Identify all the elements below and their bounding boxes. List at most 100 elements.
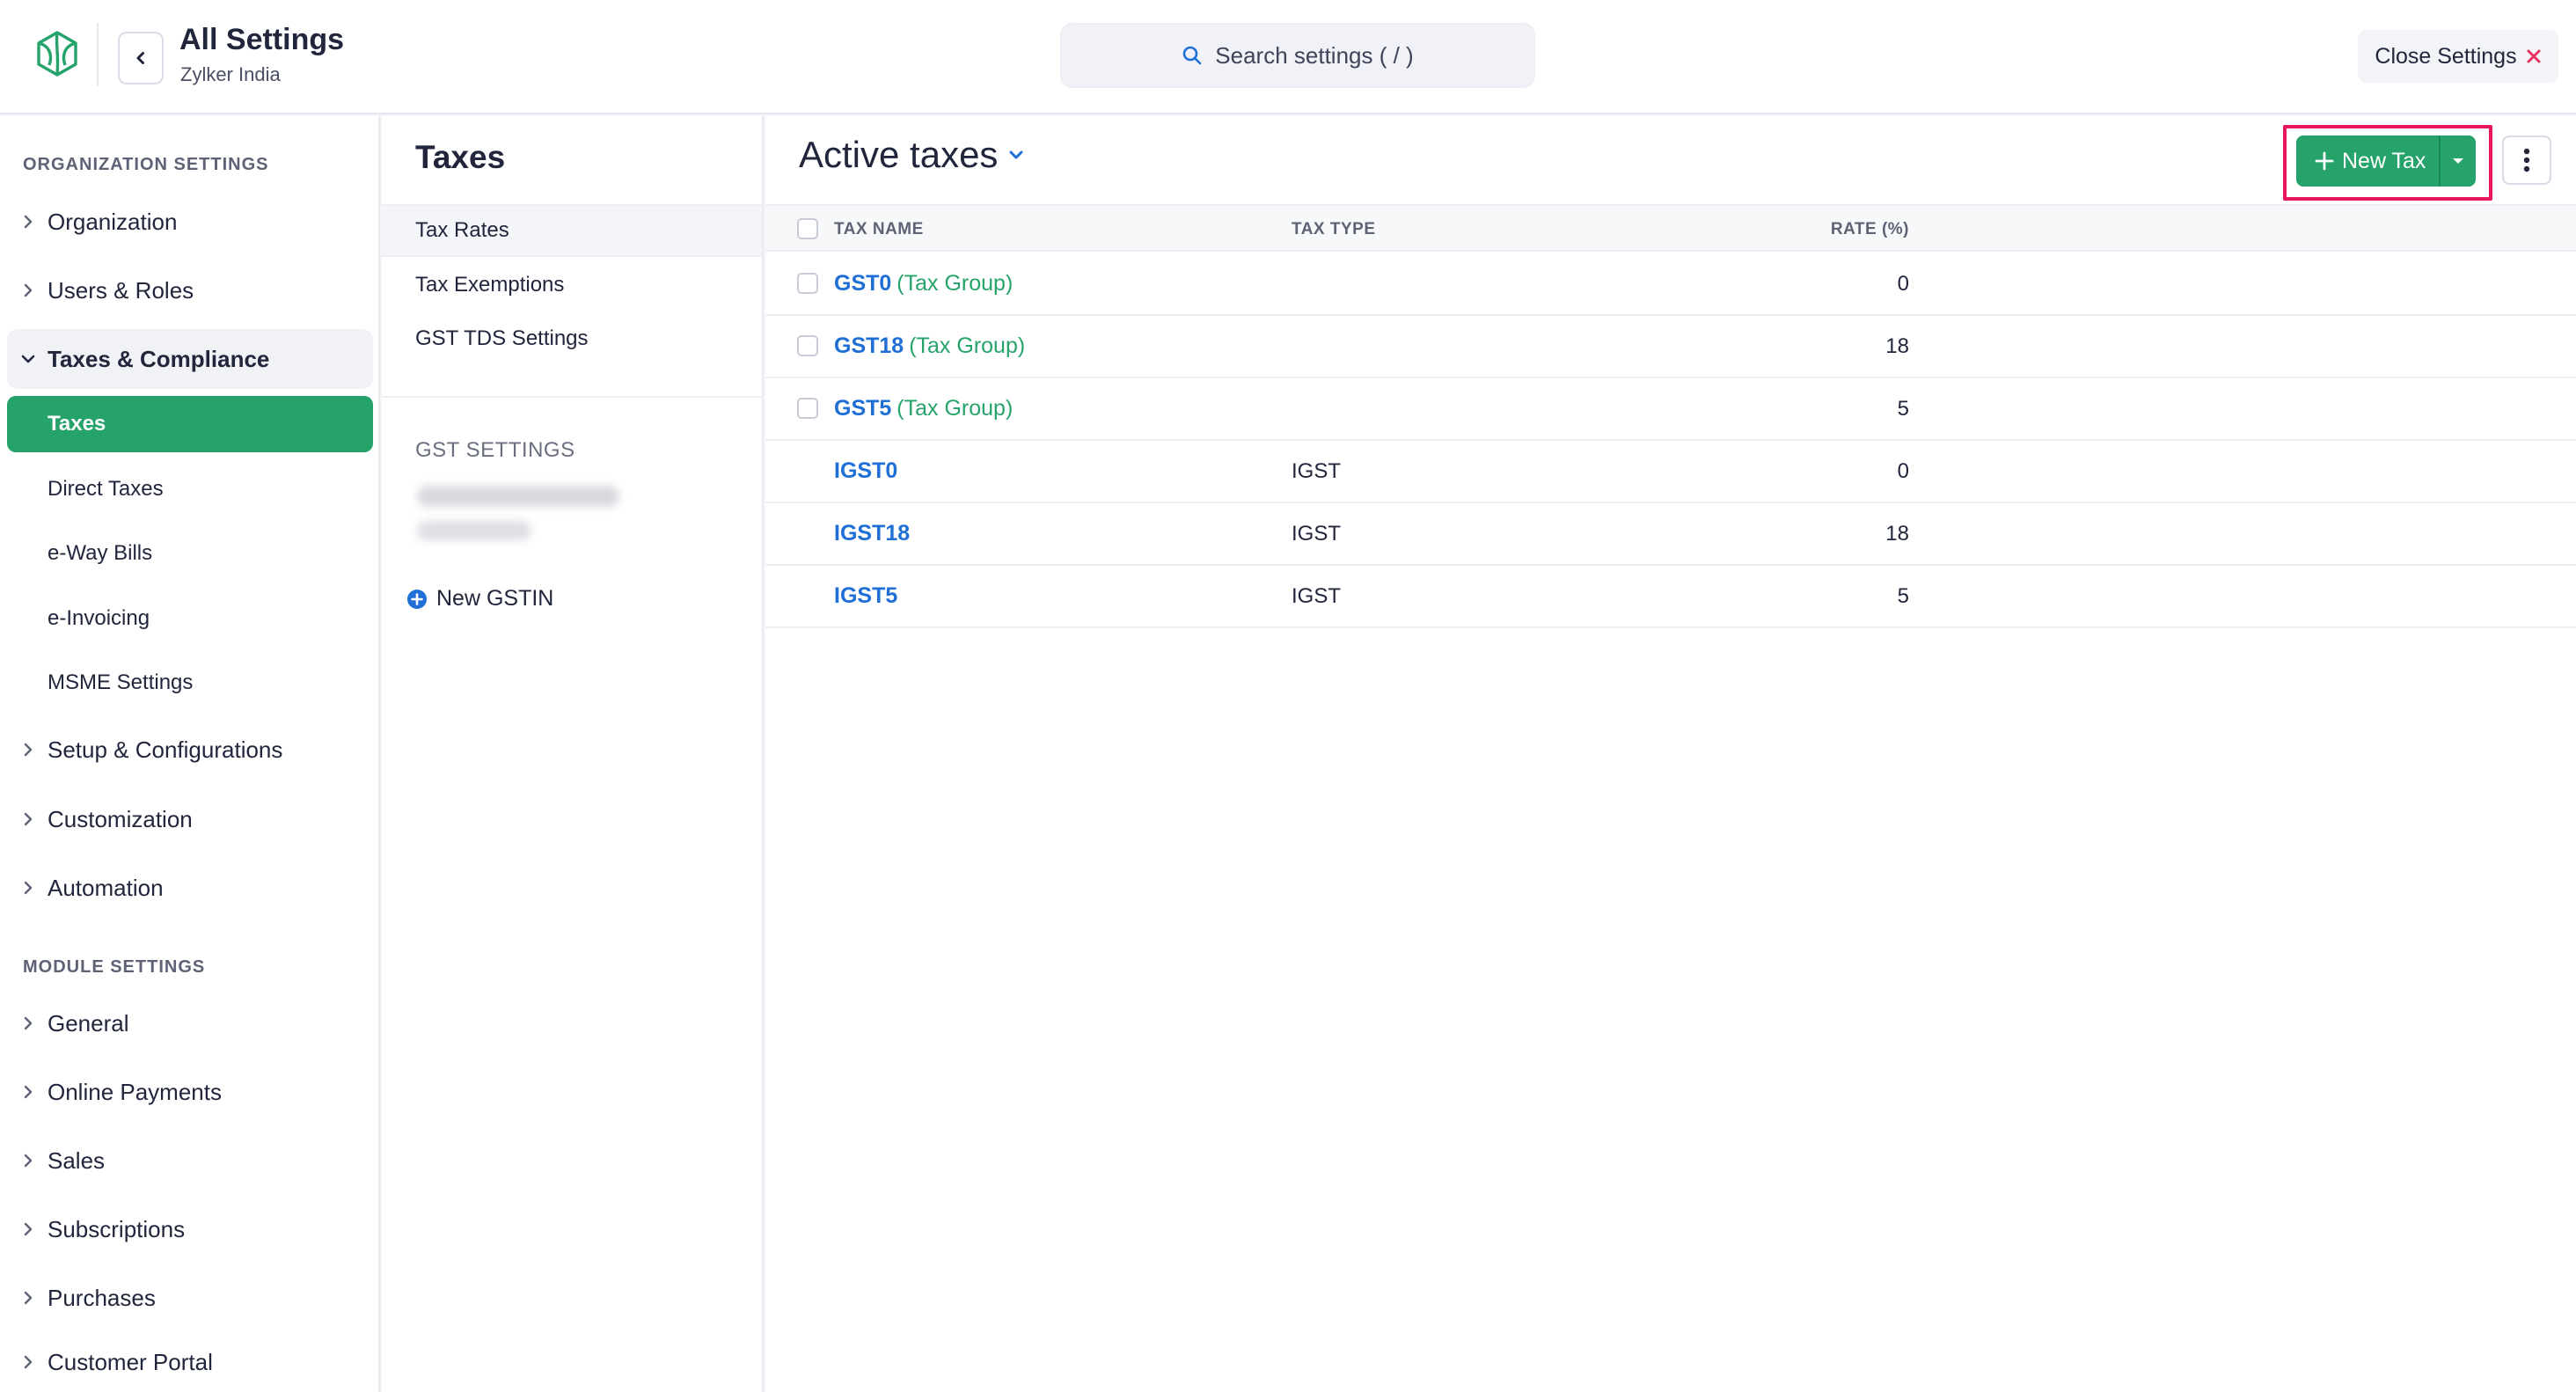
- chevron-right-icon: [24, 812, 33, 826]
- column-header-tax-name[interactable]: TAX NAME: [834, 220, 924, 239]
- table-row[interactable]: GST5 (Tax Group) 5: [765, 378, 2576, 441]
- tax-group-tag: (Tax Group): [896, 396, 1014, 421]
- more-options-button[interactable]: [2502, 136, 2551, 185]
- section-heading-module: MODULE SETTINGS: [23, 957, 206, 977]
- table-header: TAX NAME TAX TYPE RATE (%): [765, 204, 2576, 252]
- chevron-left-icon: [136, 52, 144, 64]
- top-header: All Settings Zylker India Search setting…: [0, 0, 2576, 114]
- chevron-right-icon: [24, 283, 33, 297]
- sidebar-item-automation[interactable]: Automation: [7, 858, 373, 918]
- search-placeholder: Search settings ( / ): [1215, 41, 1414, 69]
- sidebar-item-label: Automation: [48, 874, 164, 901]
- new-tax-dropdown-button[interactable]: [2441, 136, 2476, 187]
- tax-type: IGST: [1292, 584, 1342, 608]
- tax-group-tag: (Tax Group): [909, 333, 1026, 358]
- sidebar-item-label: Subscriptions: [48, 1215, 186, 1242]
- row-checkbox[interactable]: [797, 335, 818, 356]
- chevron-right-icon: [24, 1016, 33, 1030]
- sidebar-item-sales[interactable]: Sales: [7, 1131, 373, 1191]
- sidebar-subitem-taxes[interactable]: Taxes: [7, 396, 373, 452]
- redacted-gstin[interactable]: [417, 486, 619, 507]
- sidebar-subitem-msme-settings[interactable]: MSME Settings: [7, 655, 373, 711]
- chevron-right-icon: [24, 743, 33, 757]
- sidebar-item-label: Taxes & Compliance: [48, 345, 270, 372]
- tax-rate: 5: [1897, 584, 1909, 608]
- tax-rate: 18: [1885, 522, 1909, 546]
- sidebar-item-customer-portal[interactable]: Customer Portal: [7, 1332, 373, 1392]
- chevron-right-icon: [24, 215, 33, 229]
- chevron-right-icon: [24, 1222, 33, 1236]
- tax-name: GST5: [834, 396, 892, 421]
- chevron-down-icon: [1009, 150, 1023, 159]
- organization-name: Zylker India: [180, 63, 281, 85]
- sidebar-item-label: Sales: [48, 1147, 106, 1174]
- chevron-right-icon: [24, 1154, 33, 1168]
- column-header-tax-type[interactable]: TAX TYPE: [1292, 220, 1376, 239]
- tax-name: IGST18: [834, 521, 911, 546]
- row-checkbox[interactable]: [797, 273, 818, 294]
- row-checkbox[interactable]: [797, 398, 818, 419]
- caret-down-icon: [2453, 158, 2463, 164]
- tax-name-link[interactable]: GST0 (Tax Group): [834, 271, 1013, 297]
- new-gstin-label: New GSTIN: [436, 586, 554, 611]
- sidebar-item-purchases[interactable]: Purchases: [7, 1268, 373, 1328]
- sidebar-subitem-eway-bills[interactable]: e-Way Bills: [7, 525, 373, 582]
- select-all-checkbox[interactable]: [797, 218, 818, 239]
- more-vertical-icon: [2523, 148, 2530, 172]
- sidebar-subitem-label: Taxes: [48, 412, 106, 436]
- column-header-rate[interactable]: RATE (%): [1786, 220, 1909, 239]
- tax-name-link[interactable]: IGST18: [834, 521, 915, 546]
- sidebar-item-online-payments[interactable]: Online Payments: [7, 1062, 373, 1122]
- tax-name-link[interactable]: GST18 (Tax Group): [834, 333, 1025, 359]
- sidebar-subitem-label: Direct Taxes: [48, 477, 164, 501]
- new-tax-button[interactable]: New Tax: [2296, 136, 2439, 187]
- sidebar-item-label: Customer Portal: [48, 1348, 213, 1375]
- tab-gst-tds-settings[interactable]: GST TDS Settings: [382, 312, 762, 365]
- sidebar-item-label: Purchases: [48, 1284, 156, 1311]
- sidebar-item-label: Customization: [48, 805, 193, 832]
- tax-name: GST18: [834, 333, 904, 358]
- back-button[interactable]: [118, 32, 164, 84]
- tab-tax-rates[interactable]: Tax Rates: [382, 204, 762, 257]
- tax-name: GST0: [834, 271, 892, 296]
- sidebar-item-organization[interactable]: Organization: [7, 192, 373, 252]
- tax-name: IGST5: [834, 583, 898, 608]
- tax-name-link[interactable]: IGST5: [834, 583, 903, 609]
- view-selector[interactable]: Active taxes: [799, 134, 1026, 176]
- sidebar-item-subscriptions[interactable]: Subscriptions: [7, 1199, 373, 1259]
- chevron-right-icon: [24, 1085, 33, 1099]
- tax-name-link[interactable]: IGST0: [834, 458, 903, 484]
- search-icon: [1182, 46, 1202, 65]
- sidebar-item-customization[interactable]: Customization: [7, 789, 373, 849]
- search-settings-input[interactable]: Search settings ( / ): [1060, 23, 1535, 88]
- plus-circle-icon: [407, 589, 427, 609]
- sidebar-item-taxes-compliance[interactable]: Taxes & Compliance: [7, 329, 373, 389]
- table-row[interactable]: IGST5 IGST 5: [765, 566, 2576, 628]
- close-settings-button[interactable]: Close Settings: [2358, 30, 2558, 83]
- table-row[interactable]: IGST18 IGST 18: [765, 503, 2576, 566]
- sidebar-item-general[interactable]: General: [7, 993, 373, 1053]
- table-row[interactable]: IGST0 IGST 0: [765, 441, 2576, 503]
- page-title: All Settings: [179, 23, 345, 56]
- sidebar-item-setup-configurations[interactable]: Setup & Configurations: [7, 720, 373, 780]
- view-title: Active taxes: [799, 134, 999, 175]
- chevron-right-icon: [24, 1291, 33, 1305]
- table-row[interactable]: GST18 (Tax Group) 18: [765, 316, 2576, 378]
- tab-label: Tax Exemptions: [415, 273, 565, 297]
- new-gstin-button[interactable]: New GSTIN: [406, 586, 553, 612]
- new-tax-button-group: New Tax: [2296, 136, 2476, 187]
- sidebar-subitem-einvoicing[interactable]: e-Invoicing: [7, 590, 373, 647]
- sidebar-item-users-roles[interactable]: Users & Roles: [7, 260, 373, 320]
- sidebar-subitem-direct-taxes[interactable]: Direct Taxes: [7, 461, 373, 517]
- section-heading-organization: ORGANIZATION SETTINGS: [23, 155, 269, 174]
- new-tax-label: New Tax: [2342, 148, 2426, 173]
- tab-label: GST TDS Settings: [415, 326, 589, 350]
- tab-tax-exemptions[interactable]: Tax Exemptions: [382, 259, 762, 311]
- gst-settings-heading: GST SETTINGS: [415, 438, 575, 462]
- tax-name-link[interactable]: GST5 (Tax Group): [834, 396, 1013, 421]
- tax-type: IGST: [1292, 522, 1342, 546]
- sidebar-item-label: Users & Roles: [48, 276, 194, 304]
- tab-label: Tax Rates: [415, 218, 509, 242]
- plus-icon: [2315, 151, 2334, 171]
- table-row[interactable]: GST0 (Tax Group) 0: [765, 253, 2576, 316]
